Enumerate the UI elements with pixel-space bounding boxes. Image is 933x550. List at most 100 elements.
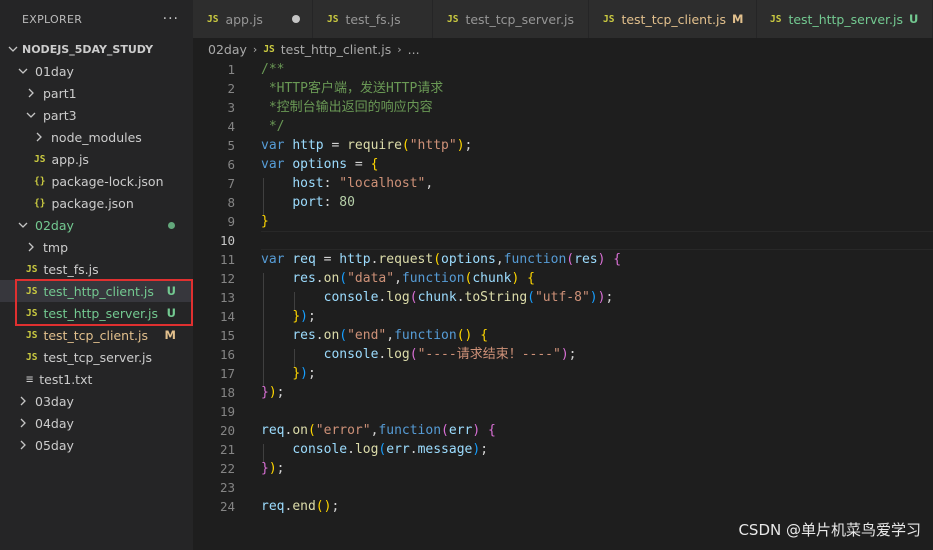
tree-folder-02day[interactable]: 02day: [0, 214, 193, 236]
unsaved-dot-icon[interactable]: [292, 15, 300, 23]
code-line: 2 *HTTP客户端，发送HTTP请求: [193, 79, 933, 98]
chevron-right-icon: [16, 440, 30, 450]
breadcrumb-more[interactable]: ...: [408, 42, 420, 57]
line-number: 2: [227, 81, 235, 96]
tree-item-label: 03day: [35, 393, 74, 409]
line-number: 24: [219, 499, 235, 514]
chevron-right-icon: [16, 418, 30, 428]
git-status-badge: M: [164, 328, 176, 342]
line-number: 8: [227, 195, 235, 210]
code-line: 22 });: [193, 459, 933, 478]
more-actions-icon[interactable]: ···: [163, 11, 179, 27]
code-line: 5 var http = require("http");: [193, 136, 933, 155]
tab-test-tcp-client-js[interactable]: JS test_tcp_client.js M: [589, 0, 757, 38]
code-line: 17 });: [193, 364, 933, 383]
tree-item-label: part1: [43, 85, 77, 101]
code-editor[interactable]: 1 /** 2 *HTTP客户端，发送HTTP请求 3 *控制台输出返回的响应内…: [193, 60, 933, 550]
chevron-down-icon: [6, 44, 20, 54]
git-status-badge: U: [166, 284, 176, 298]
code-line: 24 req.end();: [193, 497, 933, 516]
code-line: 21 console.log(err.message);: [193, 440, 933, 459]
breadcrumb-file[interactable]: test_http_client.js: [281, 42, 391, 57]
tree-item-label: test_tcp_client.js: [43, 327, 148, 343]
tree-folder-part1[interactable]: part1: [0, 82, 193, 104]
javascript-file-icon: JS: [327, 13, 339, 25]
tree-folder-04day[interactable]: 04day: [0, 412, 193, 434]
line-number: 11: [219, 252, 235, 267]
code-line: 4 */: [193, 117, 933, 136]
tree-item-label: test_http_server.js: [43, 305, 158, 321]
line-number: 17: [219, 366, 235, 381]
line-number: 6: [227, 157, 235, 172]
explorer-title: EXPLORER: [22, 12, 83, 26]
line-number: 1: [227, 62, 235, 77]
tree-item-label: test_fs.js: [43, 261, 99, 277]
chevron-right-icon: ›: [397, 42, 402, 56]
code-line: 1 /**: [193, 60, 933, 79]
git-status-badge: U: [166, 306, 176, 320]
tree-folder-03day[interactable]: 03day: [0, 390, 193, 412]
tree-file-test-fs-js[interactable]: JS test_fs.js: [0, 258, 193, 280]
code-line: 16 console.log("----请求结束！----");: [193, 345, 933, 364]
code-line: 23: [193, 478, 933, 497]
line-number: 15: [219, 328, 235, 343]
project-folder[interactable]: NODEJS_5DAY_STUDY: [0, 38, 193, 60]
tree-file-test-tcp-server-js[interactable]: JS test_tcp_server.js: [0, 346, 193, 368]
code-line: 8 port: 80: [193, 193, 933, 212]
tree-item-label: node_modules: [51, 129, 142, 145]
code-line: 15 res.on("end",function() {: [193, 326, 933, 345]
line-number: 13: [219, 290, 235, 305]
line-number: 21: [219, 442, 235, 457]
file-tree: 01day part1 part3 node_modules JS app.js…: [0, 60, 193, 456]
code-line: 14 });: [193, 307, 933, 326]
line-number: 4: [227, 119, 235, 134]
code-line: 12 res.on("data",function(chunk) {: [193, 269, 933, 288]
current-line-highlight: [261, 231, 933, 250]
line-number: 12: [219, 271, 235, 286]
code-line: 3 *控制台输出返回的响应内容: [193, 98, 933, 117]
tab-label: test_tcp_client.js: [621, 11, 726, 27]
code-line-current: 10: [193, 231, 933, 250]
javascript-file-icon: JS: [26, 351, 38, 363]
breadcrumb-folder[interactable]: 02day: [208, 42, 247, 57]
tree-file-package-lock-json[interactable]: {} package-lock.json: [0, 170, 193, 192]
line-number: 9: [227, 214, 235, 229]
code-line: 9 }: [193, 212, 933, 231]
json-file-icon: {}: [34, 197, 46, 209]
tab-test-fs-js[interactable]: JS test_fs.js: [313, 0, 433, 38]
tree-item-label: app.js: [51, 151, 89, 167]
code-line: 19: [193, 402, 933, 421]
tree-folder-tmp[interactable]: tmp: [0, 236, 193, 258]
chevron-right-icon: [32, 132, 46, 142]
javascript-file-icon: JS: [34, 153, 46, 165]
tree-item-label: 02day: [35, 217, 74, 233]
javascript-file-icon: JS: [603, 13, 615, 25]
tree-folder-05day[interactable]: 05day: [0, 434, 193, 456]
chevron-right-icon: [16, 396, 30, 406]
code-comment: /**: [261, 62, 285, 77]
tree-folder-part3[interactable]: part3: [0, 104, 193, 126]
tree-file-test1-txt[interactable]: ≡ test1.txt: [0, 368, 193, 390]
line-number: 23: [219, 480, 235, 495]
javascript-file-icon: JS: [263, 43, 275, 55]
tree-file-test-tcp-client-js[interactable]: JS test_tcp_client.js M: [0, 324, 193, 346]
tree-file-test-http-server-js[interactable]: JS test_http_server.js U: [0, 302, 193, 324]
line-number: 20: [219, 423, 235, 438]
tree-item-label: part3: [43, 107, 77, 123]
tree-item-label: test_http_client.js: [43, 283, 154, 299]
tab-app-js[interactable]: JS app.js: [193, 0, 313, 38]
tab-test-http-server-js[interactable]: JS test_http_server.js U: [757, 0, 933, 38]
code-line: 18 });: [193, 383, 933, 402]
line-number: 16: [219, 347, 235, 362]
javascript-file-icon: JS: [770, 13, 782, 25]
tree-folder-01day[interactable]: 01day: [0, 60, 193, 82]
tab-label: app.js: [225, 11, 263, 27]
tree-file-app-js[interactable]: JS app.js: [0, 148, 193, 170]
git-status-badge: U: [909, 12, 919, 26]
tab-test-tcp-server-js[interactable]: JS test_tcp_server.js: [433, 0, 589, 38]
tree-file-test-http-client-js[interactable]: JS test_http_client.js U: [0, 280, 193, 302]
explorer-header: EXPLORER ···: [0, 0, 193, 38]
chevron-right-icon: [24, 88, 38, 98]
tree-folder-node-modules[interactable]: node_modules: [0, 126, 193, 148]
tree-file-package-json[interactable]: {} package.json: [0, 192, 193, 214]
